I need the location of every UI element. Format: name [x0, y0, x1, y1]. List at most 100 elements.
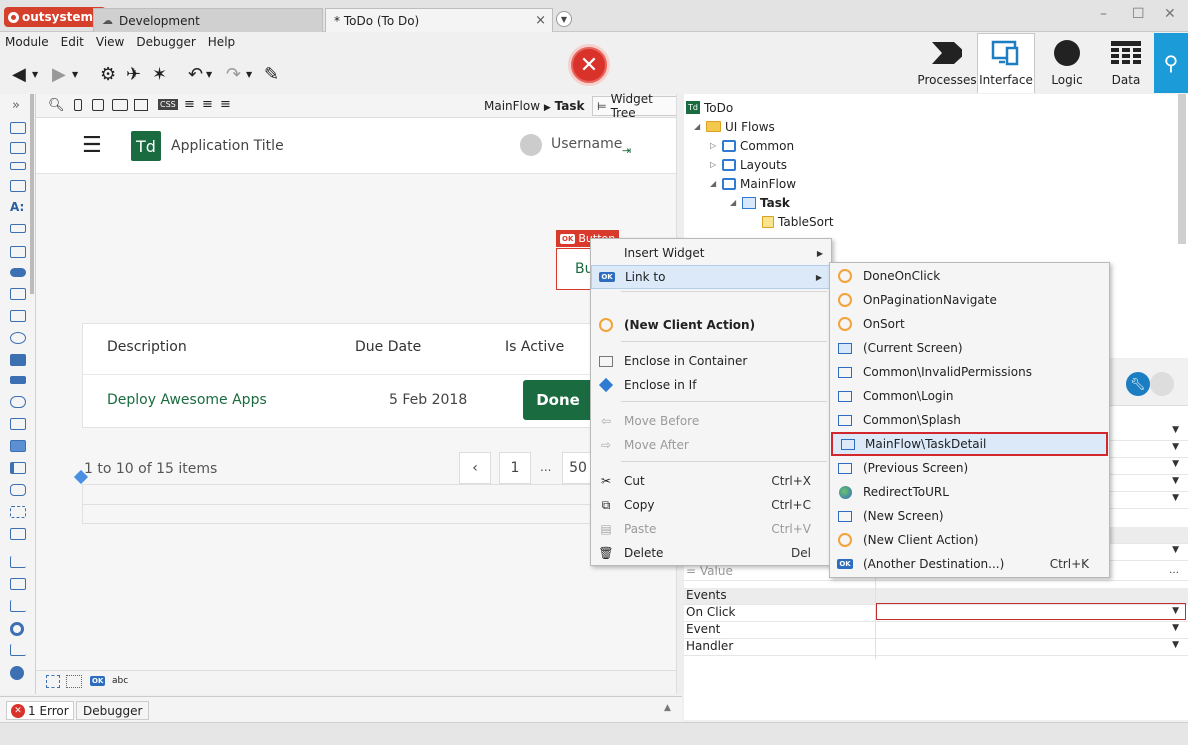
dropdown-widget-icon[interactable]	[10, 310, 26, 322]
menu-enclose-if[interactable]: Enclose in If	[591, 373, 831, 397]
col-header-description[interactable]: Description	[107, 339, 187, 355]
menu-enclose-container[interactable]: Enclose in Container	[591, 349, 831, 373]
desktop-preview-icon[interactable]	[112, 99, 128, 111]
dropdown-icon[interactable]: ▼	[1172, 545, 1179, 555]
on-click-field[interactable]	[876, 603, 1186, 620]
list-chart-icon[interactable]	[10, 578, 26, 590]
dropdown-icon[interactable]: ▼	[1172, 476, 1179, 486]
tree-task[interactable]: ◢ Task	[730, 193, 790, 212]
dropdown-icon[interactable]: ▼	[1172, 606, 1179, 616]
line-chart-icon[interactable]	[10, 644, 26, 656]
logout-icon[interactable]: ⇥	[622, 144, 631, 157]
menu-link-to[interactable]: OK Link to ▶	[591, 265, 831, 289]
align-left-icon[interactable]: ≡	[184, 97, 195, 112]
redo-dropdown-icon[interactable]: ▼	[246, 70, 252, 79]
pagination-prev-button[interactable]: ‹	[459, 452, 491, 484]
link-option-redirecttourl[interactable]: RedirectToURL	[830, 480, 1109, 504]
row-description-link[interactable]: Deploy Awesome Apps	[107, 392, 267, 408]
forward-icon[interactable]: ▶	[52, 64, 66, 85]
collapse-icon[interactable]: ◢	[710, 179, 718, 188]
menu-move-after[interactable]: ⇨ Move After	[591, 433, 831, 457]
back-icon[interactable]: ◀	[12, 64, 26, 85]
html-element-widget-icon[interactable]	[10, 528, 26, 540]
block-widget-icon[interactable]	[10, 142, 26, 154]
menu-cut[interactable]: ✂ Cut Ctrl+X	[591, 469, 831, 493]
link-widget-icon[interactable]	[10, 396, 26, 408]
phone-preview-icon[interactable]	[74, 99, 82, 111]
flag-widget-icon[interactable]	[10, 462, 26, 474]
col-header-is-active[interactable]: Is Active	[505, 339, 564, 355]
collapse-icon[interactable]: ◢	[694, 122, 702, 131]
menu-new-client-action[interactable]: (New Client Action)	[591, 313, 831, 337]
settings-gear-icon[interactable]: ⚙	[100, 64, 116, 85]
errors-tab[interactable]: ✕ 1 Error	[6, 701, 74, 720]
undo-icon[interactable]: ↶	[188, 64, 203, 85]
expand-icon[interactable]: ▷	[710, 141, 718, 150]
popover-widget-icon[interactable]	[10, 418, 26, 430]
link-option-current-screen[interactable]: (Current Screen)	[830, 336, 1109, 360]
dropdown-icon[interactable]: ▼	[1172, 442, 1179, 452]
text-widget-icon[interactable]: A:	[10, 200, 24, 214]
handler-property[interactable]: Handler ▼	[684, 639, 1188, 656]
menu-debugger[interactable]: Debugger	[131, 33, 200, 53]
minimize-icon[interactable]: –	[1100, 6, 1107, 22]
debugger-tab[interactable]: Debugger	[76, 701, 150, 720]
expand-icon[interactable]: ▷	[710, 160, 718, 169]
tree-tablesort[interactable]: TableSort	[762, 212, 834, 231]
palette-scrollbar[interactable]	[30, 94, 34, 294]
collapse-panel-icon[interactable]: ▲	[664, 703, 671, 713]
checkbox-widget-icon[interactable]	[10, 288, 26, 300]
close-window-icon[interactable]: ✕	[1164, 6, 1176, 22]
maximize-icon[interactable]: ☐	[1132, 6, 1145, 22]
menu-module[interactable]: Module	[0, 33, 54, 53]
bar-chart-icon[interactable]	[10, 600, 26, 612]
tree-scrollbar[interactable]	[1178, 94, 1186, 244]
tree-root[interactable]: Td ToDo	[686, 98, 733, 117]
on-click-property[interactable]: On Click ▼	[684, 603, 1188, 622]
tree-mainflow[interactable]: ◢ MainFlow	[710, 174, 796, 193]
tree-ui-flows[interactable]: ◢ UI Flows	[694, 117, 775, 136]
button-widget-icon[interactable]	[10, 354, 26, 366]
tab-environment[interactable]: ☁ Development	[93, 8, 323, 32]
menu-insert-widget[interactable]: Insert Widget ▶	[591, 241, 831, 265]
undo-dropdown-icon[interactable]: ▼	[206, 70, 212, 79]
menu-help[interactable]: Help	[203, 33, 240, 53]
custom-widget-icon-bottom[interactable]	[46, 675, 60, 688]
link-option-previous-screen[interactable]: (Previous Screen)	[830, 456, 1109, 480]
zoom-icon[interactable]: 🔍︎	[48, 98, 65, 113]
menu-edit[interactable]: Edit	[56, 33, 89, 53]
breadcrumb-flow[interactable]: MainFlow	[484, 99, 540, 113]
1-click-publish-icon[interactable]: ✎	[264, 64, 279, 85]
tablet-preview-icon[interactable]	[92, 99, 104, 111]
dropdown-icon[interactable]: ▼	[1172, 459, 1179, 469]
menu-delete[interactable]: 🗑︎ Delete Del	[591, 541, 831, 565]
expand-palette-icon[interactable]: »	[12, 98, 20, 113]
align-right-icon[interactable]: ≡	[220, 97, 231, 112]
toggle-icon[interactable]	[1150, 372, 1174, 396]
more-icon[interactable]: …	[1169, 565, 1179, 576]
link-option-taskdetail[interactable]: MainFlow\TaskDetail	[831, 432, 1108, 456]
tree-common[interactable]: ▷ Common	[710, 136, 794, 155]
dropdown-icon[interactable]: ▼	[1172, 493, 1179, 503]
tab-processes[interactable]: Processes	[917, 33, 977, 93]
link-option-doneonclick[interactable]: DoneOnClick	[830, 264, 1109, 288]
username[interactable]: Username	[551, 136, 622, 152]
dropdown-icon[interactable]: ▼	[1172, 623, 1179, 633]
pagination-page-1[interactable]: 1	[499, 452, 531, 484]
custom-widget-icon[interactable]	[10, 506, 26, 518]
tree-layouts[interactable]: ▷ Layouts	[710, 155, 787, 174]
link-option-onsort[interactable]: OnSort	[830, 312, 1109, 336]
button-icon-bottom[interactable]: OK	[90, 676, 106, 686]
menu-view[interactable]: View	[91, 33, 129, 53]
tab-data[interactable]: Data	[1097, 33, 1155, 93]
link-option-splash[interactable]: Common\Splash	[830, 408, 1109, 432]
label-widget-icon[interactable]	[10, 224, 26, 233]
publish-icon[interactable]: ✈	[126, 64, 141, 85]
upload-widget-icon[interactable]	[10, 332, 26, 344]
back-dropdown-icon[interactable]: ▼	[32, 70, 38, 79]
area-chart-icon[interactable]	[10, 556, 26, 568]
container-round-widget-icon[interactable]	[10, 484, 26, 496]
dropdown-icon[interactable]: ▼	[1172, 640, 1179, 650]
link-option-login[interactable]: Common\Login	[830, 384, 1109, 408]
tab-interface[interactable]: Interface	[977, 33, 1035, 93]
